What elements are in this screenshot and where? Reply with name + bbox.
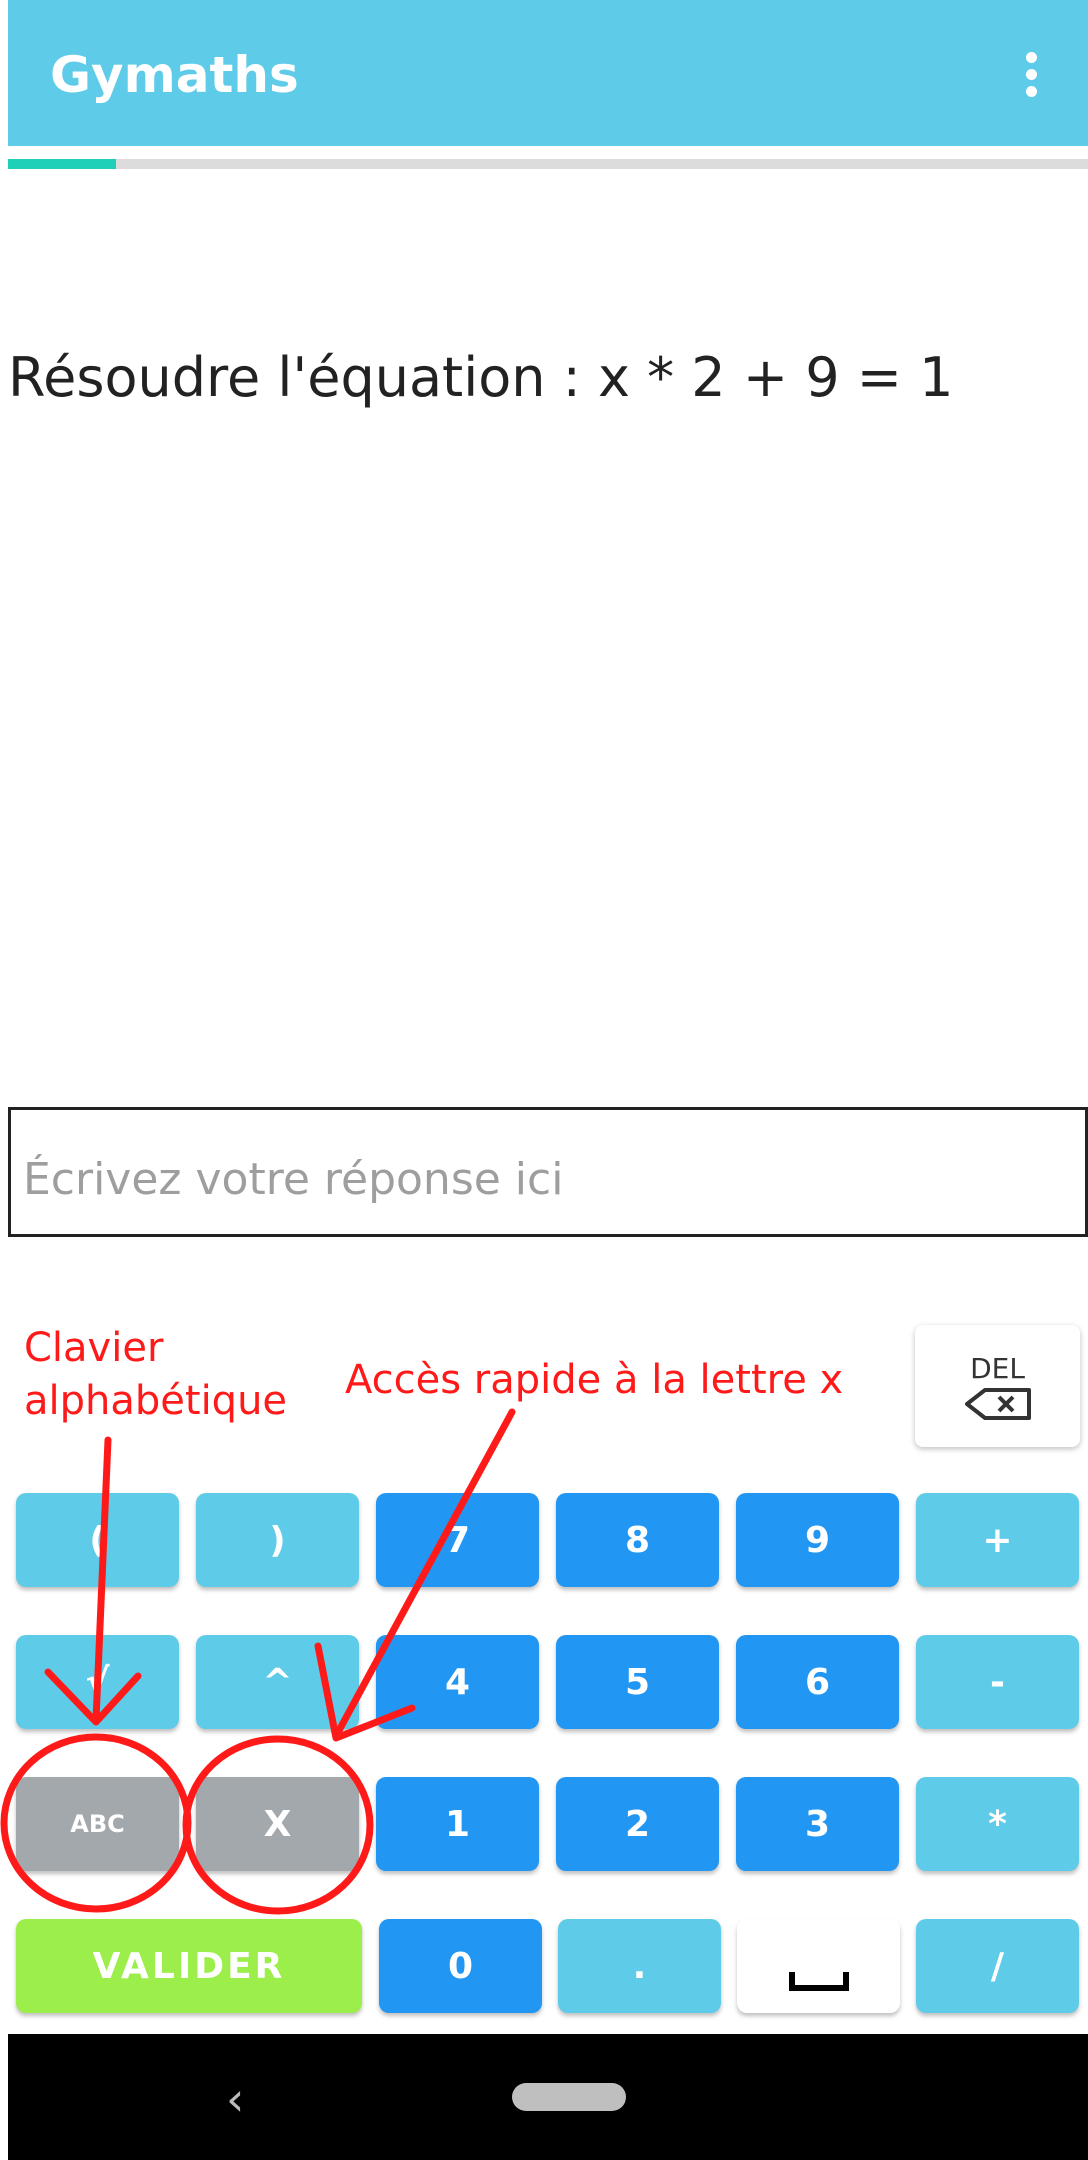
more-vert-icon[interactable] [1026, 52, 1038, 98]
annotation-clavier-line1: Clavier [24, 1325, 164, 1371]
key-0[interactable]: 0 [379, 1919, 542, 2013]
key-power[interactable]: ^ [196, 1635, 359, 1729]
app-title: Gymaths [50, 46, 299, 104]
key-multiply[interactable]: * [916, 1777, 1079, 1871]
key-x[interactable]: X [196, 1777, 359, 1871]
answer-input[interactable] [11, 1110, 1085, 1230]
key-open-paren[interactable]: ( [16, 1493, 179, 1587]
key-decimal[interactable]: . [558, 1919, 721, 2013]
annotation-clavier: Clavier alphabétique [24, 1322, 287, 1428]
key-minus[interactable]: - [916, 1635, 1079, 1729]
key-2[interactable]: 2 [556, 1777, 719, 1871]
key-4[interactable]: 4 [376, 1635, 539, 1729]
key-3[interactable]: 3 [736, 1777, 899, 1871]
system-nav-bar: ‹ [8, 2034, 1088, 2160]
answer-field[interactable] [8, 1107, 1088, 1237]
progress-fill [8, 159, 116, 169]
annotation-clavier-line2: alphabétique [24, 1378, 288, 1424]
key-space[interactable] [737, 1919, 900, 2013]
key-plus[interactable]: + [916, 1493, 1079, 1587]
key-7[interactable]: 7 [376, 1493, 539, 1587]
key-6[interactable]: 6 [736, 1635, 899, 1729]
home-pill-icon[interactable] [512, 2083, 626, 2111]
space-icon [788, 1972, 849, 1991]
progress-bar [8, 159, 1088, 169]
delete-button[interactable]: DEL [915, 1325, 1080, 1447]
key-1[interactable]: 1 [376, 1777, 539, 1871]
key-5[interactable]: 5 [556, 1635, 719, 1729]
backspace-icon [964, 1387, 1031, 1420]
back-chevron-icon[interactable]: ‹ [226, 2072, 244, 2126]
validate-button[interactable]: VALIDER [16, 1919, 362, 2013]
key-8[interactable]: 8 [556, 1493, 719, 1587]
key-9[interactable]: 9 [736, 1493, 899, 1587]
annotation-lettre-x: Accès rapide à la lettre x [345, 1357, 844, 1403]
key-close-paren[interactable]: ) [196, 1493, 359, 1587]
key-sqrt[interactable]: √ [16, 1635, 179, 1729]
question-text: Résoudre l'équation : x * 2 + 9 = 1 [8, 346, 954, 409]
key-divide[interactable]: / [916, 1919, 1079, 2013]
app-bar: Gymaths [8, 0, 1088, 146]
key-abc[interactable]: ABC [16, 1777, 179, 1871]
delete-label: DEL [970, 1351, 1025, 1385]
